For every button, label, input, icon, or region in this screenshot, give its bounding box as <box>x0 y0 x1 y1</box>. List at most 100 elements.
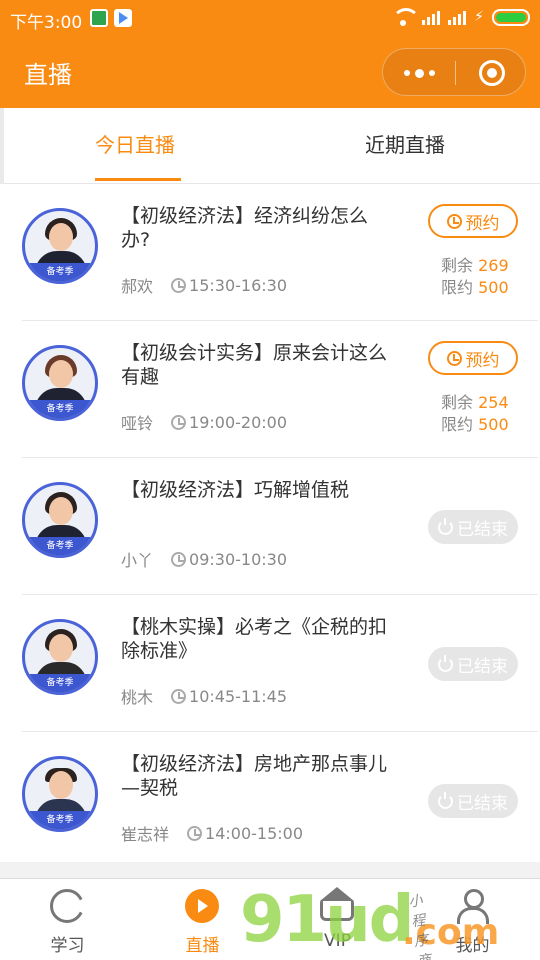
more-dot-icon <box>403 70 410 76</box>
clock-icon <box>171 688 187 704</box>
tab-bar: 今日直播 近期直播 <box>0 108 540 184</box>
live-item[interactable]: 备考季 【桃木实操】必考之《企税的扣除标准》 桃木 10:45-11:45 已结… <box>0 595 540 732</box>
live-title: 【初级经济法】巧解增值税 <box>121 479 350 501</box>
ended-button: 已结束 <box>428 510 518 544</box>
tab-today-live[interactable]: 今日直播 <box>0 108 270 184</box>
tab-upcoming-live[interactable]: 近期直播 <box>270 108 540 184</box>
reserve-button[interactable]: 预约 <box>428 204 518 238</box>
live-meta: 桃木 10:45-11:45 <box>121 684 287 708</box>
sim-card-icon <box>90 9 108 27</box>
limit-quota: 限约 500 <box>441 274 509 298</box>
avatar-face <box>49 771 73 799</box>
charging-icon: ⚡ <box>474 9 484 25</box>
ended-label: 已结束 <box>457 656 508 677</box>
live-title: 【初级经济法】经济纠纷怎么办? <box>121 205 369 251</box>
avatar-face <box>49 223 73 251</box>
study-icon <box>50 889 84 923</box>
live-play-icon <box>185 889 219 923</box>
status-time: 下午3:00 <box>10 13 83 33</box>
remaining-label: 剩余 <box>441 256 474 275</box>
status-bar: 下午3:00 ⚡ <box>0 0 540 36</box>
nav-label: VIP <box>324 931 351 951</box>
user-icon <box>455 889 489 924</box>
limit-count: 500 <box>478 415 509 434</box>
live-time: 15:30-16:30 <box>189 275 288 295</box>
live-item[interactable]: 备考季 【初级经济法】巧解增值税 小丫 09:30-10:30 已结束 <box>0 458 540 595</box>
nav-item-me[interactable]: 我的 <box>405 879 540 960</box>
clock-icon <box>187 825 203 841</box>
miniprogram-capsule <box>382 48 526 96</box>
avatar-badge: 备考季 <box>25 263 95 281</box>
teacher-avatar: 备考季 <box>22 208 98 284</box>
remaining-quota: 剩余 269 <box>441 252 509 276</box>
teacher-avatar: 备考季 <box>22 619 98 695</box>
clock-icon <box>171 414 187 430</box>
live-title: 【初级经济法】房地产那点事儿—契税 <box>121 753 388 799</box>
bottom-nav: 学习 直播 VIP 我的 <box>0 878 540 960</box>
power-icon <box>438 517 453 535</box>
more-menu-button[interactable] <box>383 49 455 97</box>
limit-count: 500 <box>478 278 509 297</box>
nav-label: 学习 <box>50 936 85 956</box>
live-meta: 小丫 09:30-10:30 <box>121 547 287 571</box>
avatar-badge: 备考季 <box>25 537 95 555</box>
nav-item-live[interactable]: 直播 <box>135 879 270 960</box>
clock-icon <box>171 277 187 293</box>
tab-bar-edge <box>0 108 4 184</box>
avatar-face <box>49 634 73 662</box>
teacher-avatar: 备考季 <box>22 756 98 832</box>
limit-label: 限约 <box>441 415 474 434</box>
remaining-count: 269 <box>478 256 509 275</box>
ended-button: 已结束 <box>428 784 518 818</box>
ended-label: 已结束 <box>457 793 508 814</box>
ended-button: 已结束 <box>428 647 518 681</box>
power-icon <box>438 791 453 809</box>
live-item[interactable]: 备考季 【初级经济法】房地产那点事儿—契税 崔志祥 14:00-15:00 已结… <box>0 732 540 869</box>
clock-icon <box>171 551 187 567</box>
teacher-name: 哑铃 <box>121 414 154 433</box>
media-play-icon <box>114 9 132 27</box>
power-icon <box>438 654 453 672</box>
nav-item-study[interactable]: 学习 <box>0 879 135 960</box>
close-miniprogram-button[interactable] <box>479 60 505 86</box>
nav-label: 直播 <box>185 936 220 956</box>
teacher-name: 崔志祥 <box>121 825 170 844</box>
wifi-icon <box>392 8 421 26</box>
remaining-quota: 剩余 254 <box>441 389 509 413</box>
ended-label: 已结束 <box>457 519 508 540</box>
nav-item-vip[interactable]: VIP <box>270 879 405 960</box>
teacher-name: 小丫 <box>121 551 154 570</box>
teacher-name: 郝欢 <box>121 277 154 296</box>
live-meta: 崔志祥 14:00-15:00 <box>121 821 303 845</box>
limit-quota: 限约 500 <box>441 411 509 435</box>
remaining-label: 剩余 <box>441 393 474 412</box>
capsule-divider <box>455 61 456 85</box>
signal-icon <box>422 9 441 25</box>
signal-icon-2 <box>448 9 467 25</box>
avatar-face <box>49 497 73 525</box>
avatar-badge: 备考季 <box>25 674 95 692</box>
list-bottom-spacer <box>0 862 540 878</box>
history-icon <box>446 213 462 229</box>
battery-icon <box>492 8 530 26</box>
avatar-badge: 备考季 <box>25 400 95 418</box>
vip-crown-icon <box>320 887 354 921</box>
more-dot-icon <box>414 68 424 78</box>
live-title: 【初级会计实务】原来会计这么有趣 <box>121 342 388 388</box>
more-dot-icon <box>428 70 435 76</box>
avatar-badge: 备考季 <box>25 811 95 829</box>
reserve-button[interactable]: 预约 <box>428 341 518 375</box>
teacher-name: 桃木 <box>121 688 154 707</box>
live-item[interactable]: 备考季 【初级经济法】经济纠纷怎么办? 郝欢 15:30-16:30 预约 剩余… <box>0 184 540 321</box>
limit-label: 限约 <box>441 278 474 297</box>
avatar-face <box>49 360 73 388</box>
history-icon <box>446 350 462 366</box>
active-tab-indicator <box>95 178 181 181</box>
teacher-avatar: 备考季 <box>22 482 98 558</box>
live-time: 19:00-20:00 <box>189 412 288 432</box>
live-title: 【桃木实操】必考之《企税的扣除标准》 <box>121 616 388 662</box>
teacher-avatar: 备考季 <box>22 345 98 421</box>
live-meta: 郝欢 15:30-16:30 <box>121 273 287 297</box>
live-item[interactable]: 备考季 【初级会计实务】原来会计这么有趣 哑铃 19:00-20:00 预约 剩… <box>0 321 540 458</box>
nav-label: 我的 <box>455 936 490 956</box>
